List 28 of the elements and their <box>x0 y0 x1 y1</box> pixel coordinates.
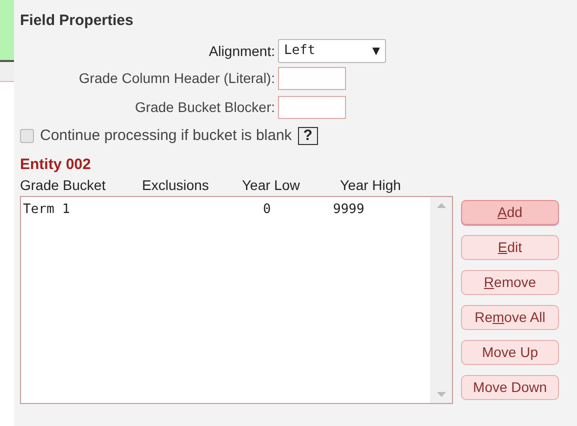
action-button[interactable]: Edit <box>461 235 559 260</box>
action-button[interactable]: Remove <box>461 270 559 295</box>
bucket-cell-text: Term 1 <box>23 201 71 218</box>
column-header: Exclusions <box>142 176 210 194</box>
column-header: Year High <box>340 176 402 195</box>
bucket-list[interactable]: Term 1 0 9999 <box>20 196 453 404</box>
year-high-cell-text: 9999 <box>333 201 364 218</box>
field-label: Grade Column Header (Literal): <box>78 69 276 88</box>
field-label: Alignment: <box>208 42 276 61</box>
checkbox[interactable] <box>20 129 34 143</box>
text-field[interactable] <box>278 96 346 119</box>
year-low-cell-text: 0 <box>263 201 272 218</box>
scrollbar[interactable] <box>430 197 452 403</box>
scroll-down-icon[interactable] <box>436 392 446 397</box>
action-button[interactable]: Move Up <box>461 340 559 365</box>
column-header: Grade Bucket <box>20 176 107 194</box>
action-button[interactable]: Move Down <box>461 375 559 400</box>
checkbox-label: Continue processing if bucket is blank <box>40 126 292 146</box>
action-button[interactable]: Remove All <box>461 305 559 330</box>
panel-title: Field Properties <box>20 11 134 31</box>
entity-title: Entity 002 <box>20 155 92 174</box>
action-button[interactable]: Add <box>461 200 559 225</box>
scroll-up-icon[interactable] <box>436 203 446 208</box>
column-header: Year Low <box>242 176 301 194</box>
help-icon[interactable]: ? <box>298 127 318 145</box>
field-label: Grade Bucket Blocker: <box>134 98 276 117</box>
text-field[interactable] <box>278 67 346 90</box>
alignment-select[interactable]: Left ▼ <box>278 39 386 63</box>
